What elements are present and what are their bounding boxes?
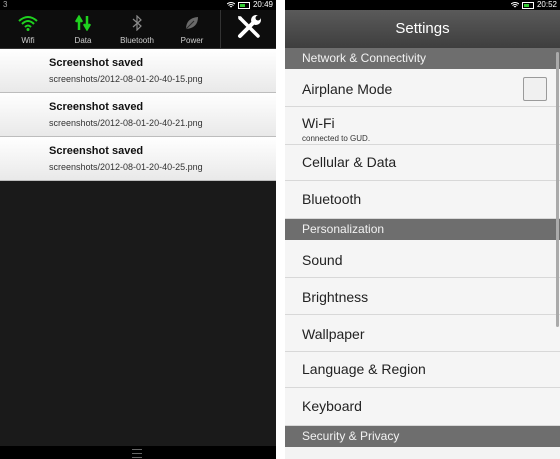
- section-header-personalization: Personalization: [285, 219, 560, 240]
- battery-icon: [521, 1, 534, 9]
- divider: [276, 0, 285, 459]
- toggle-wifi-label: Wifi: [21, 36, 35, 45]
- battery-icon: [237, 1, 250, 9]
- status-time: 20:49: [252, 0, 273, 9]
- settings-row-airplane-mode[interactable]: Airplane Mode: [285, 69, 560, 107]
- wrench-screwdriver-icon: [235, 13, 263, 46]
- settings-row-cellular-data[interactable]: Cellular & Data: [285, 145, 560, 181]
- settings-row-wifi[interactable]: Wi-Fi connected to GUD.: [285, 107, 560, 145]
- notification-title: Screenshot saved: [49, 101, 144, 113]
- row-label: Keyboard: [302, 398, 362, 414]
- toggle-bluetooth[interactable]: Bluetooth: [111, 10, 163, 48]
- bluetooth-icon: [111, 14, 163, 32]
- row-label: Cellular & Data: [302, 154, 397, 170]
- notification-title: Screenshot saved: [49, 57, 144, 69]
- row-label: Wallpaper: [302, 326, 365, 342]
- toggle-bluetooth-label: Bluetooth: [120, 36, 154, 45]
- wifi-status-icon: [226, 2, 235, 8]
- notification-item[interactable]: Screenshot saved screenshots/2012-08-01-…: [0, 93, 276, 137]
- status-bar: 20:52: [285, 0, 560, 10]
- row-label: Wi-Fi: [302, 115, 335, 131]
- leaf-icon: [166, 14, 218, 32]
- settings-row-wallpaper[interactable]: Wallpaper: [285, 315, 560, 352]
- settings-tools-button[interactable]: [220, 10, 276, 48]
- row-label: Bluetooth: [302, 191, 362, 207]
- notification-path: screenshots/2012-08-01-20-40-21.png: [49, 118, 203, 128]
- status-bar: 3 20:49: [0, 0, 276, 10]
- wifi-status-icon: [510, 2, 519, 8]
- data-arrows-icon: [57, 14, 109, 32]
- quick-toggles: Wifi Data Bluetooth Power: [0, 10, 276, 49]
- settings-row-brightness[interactable]: Brightness: [285, 278, 560, 315]
- airplane-mode-checkbox[interactable]: [523, 77, 547, 101]
- toggle-data-label: Data: [74, 36, 92, 45]
- settings-row-language-region[interactable]: Language & Region: [285, 352, 560, 388]
- drag-handle-icon[interactable]: [132, 449, 142, 458]
- row-label: Language & Region: [302, 361, 426, 377]
- scrollbar[interactable]: [556, 52, 559, 327]
- toggle-data[interactable]: Data: [57, 10, 109, 48]
- settings-row-keyboard[interactable]: Keyboard: [285, 388, 560, 426]
- section-header-network: Network & Connectivity: [285, 48, 560, 69]
- toggle-power-label: Power: [180, 36, 204, 45]
- notification-shade: 3 20:49 Wifi Data Bluetooth Power Screen…: [0, 0, 276, 459]
- wifi-connection-status: connected to GUD.: [302, 134, 371, 143]
- row-label: Airplane Mode: [302, 81, 393, 97]
- notification-path: screenshots/2012-08-01-20-40-25.png: [49, 162, 203, 172]
- toggle-power[interactable]: Power: [166, 10, 218, 48]
- notification-path: screenshots/2012-08-01-20-40-15.png: [49, 74, 203, 84]
- notification-title: Screenshot saved: [49, 145, 144, 157]
- notification-item[interactable]: Screenshot saved screenshots/2012-08-01-…: [0, 137, 276, 181]
- row-label: Brightness: [302, 289, 369, 305]
- shade-handle-bar[interactable]: [0, 446, 276, 459]
- settings-row-bluetooth[interactable]: Bluetooth: [285, 181, 560, 219]
- page-title: Settings: [285, 10, 560, 48]
- settings-screen: 20:52 Settings Network & Connectivity Ai…: [285, 0, 560, 459]
- wifi-icon: [2, 14, 54, 32]
- row-label: Sound: [302, 252, 343, 268]
- status-notification-count: 3: [3, 0, 8, 9]
- section-header-security: Security & Privacy: [285, 426, 560, 447]
- notification-item[interactable]: Screenshot saved screenshots/2012-08-01-…: [0, 49, 276, 93]
- settings-row-sound[interactable]: Sound: [285, 240, 560, 278]
- toggle-wifi[interactable]: Wifi: [2, 10, 54, 48]
- status-time: 20:52: [536, 0, 557, 9]
